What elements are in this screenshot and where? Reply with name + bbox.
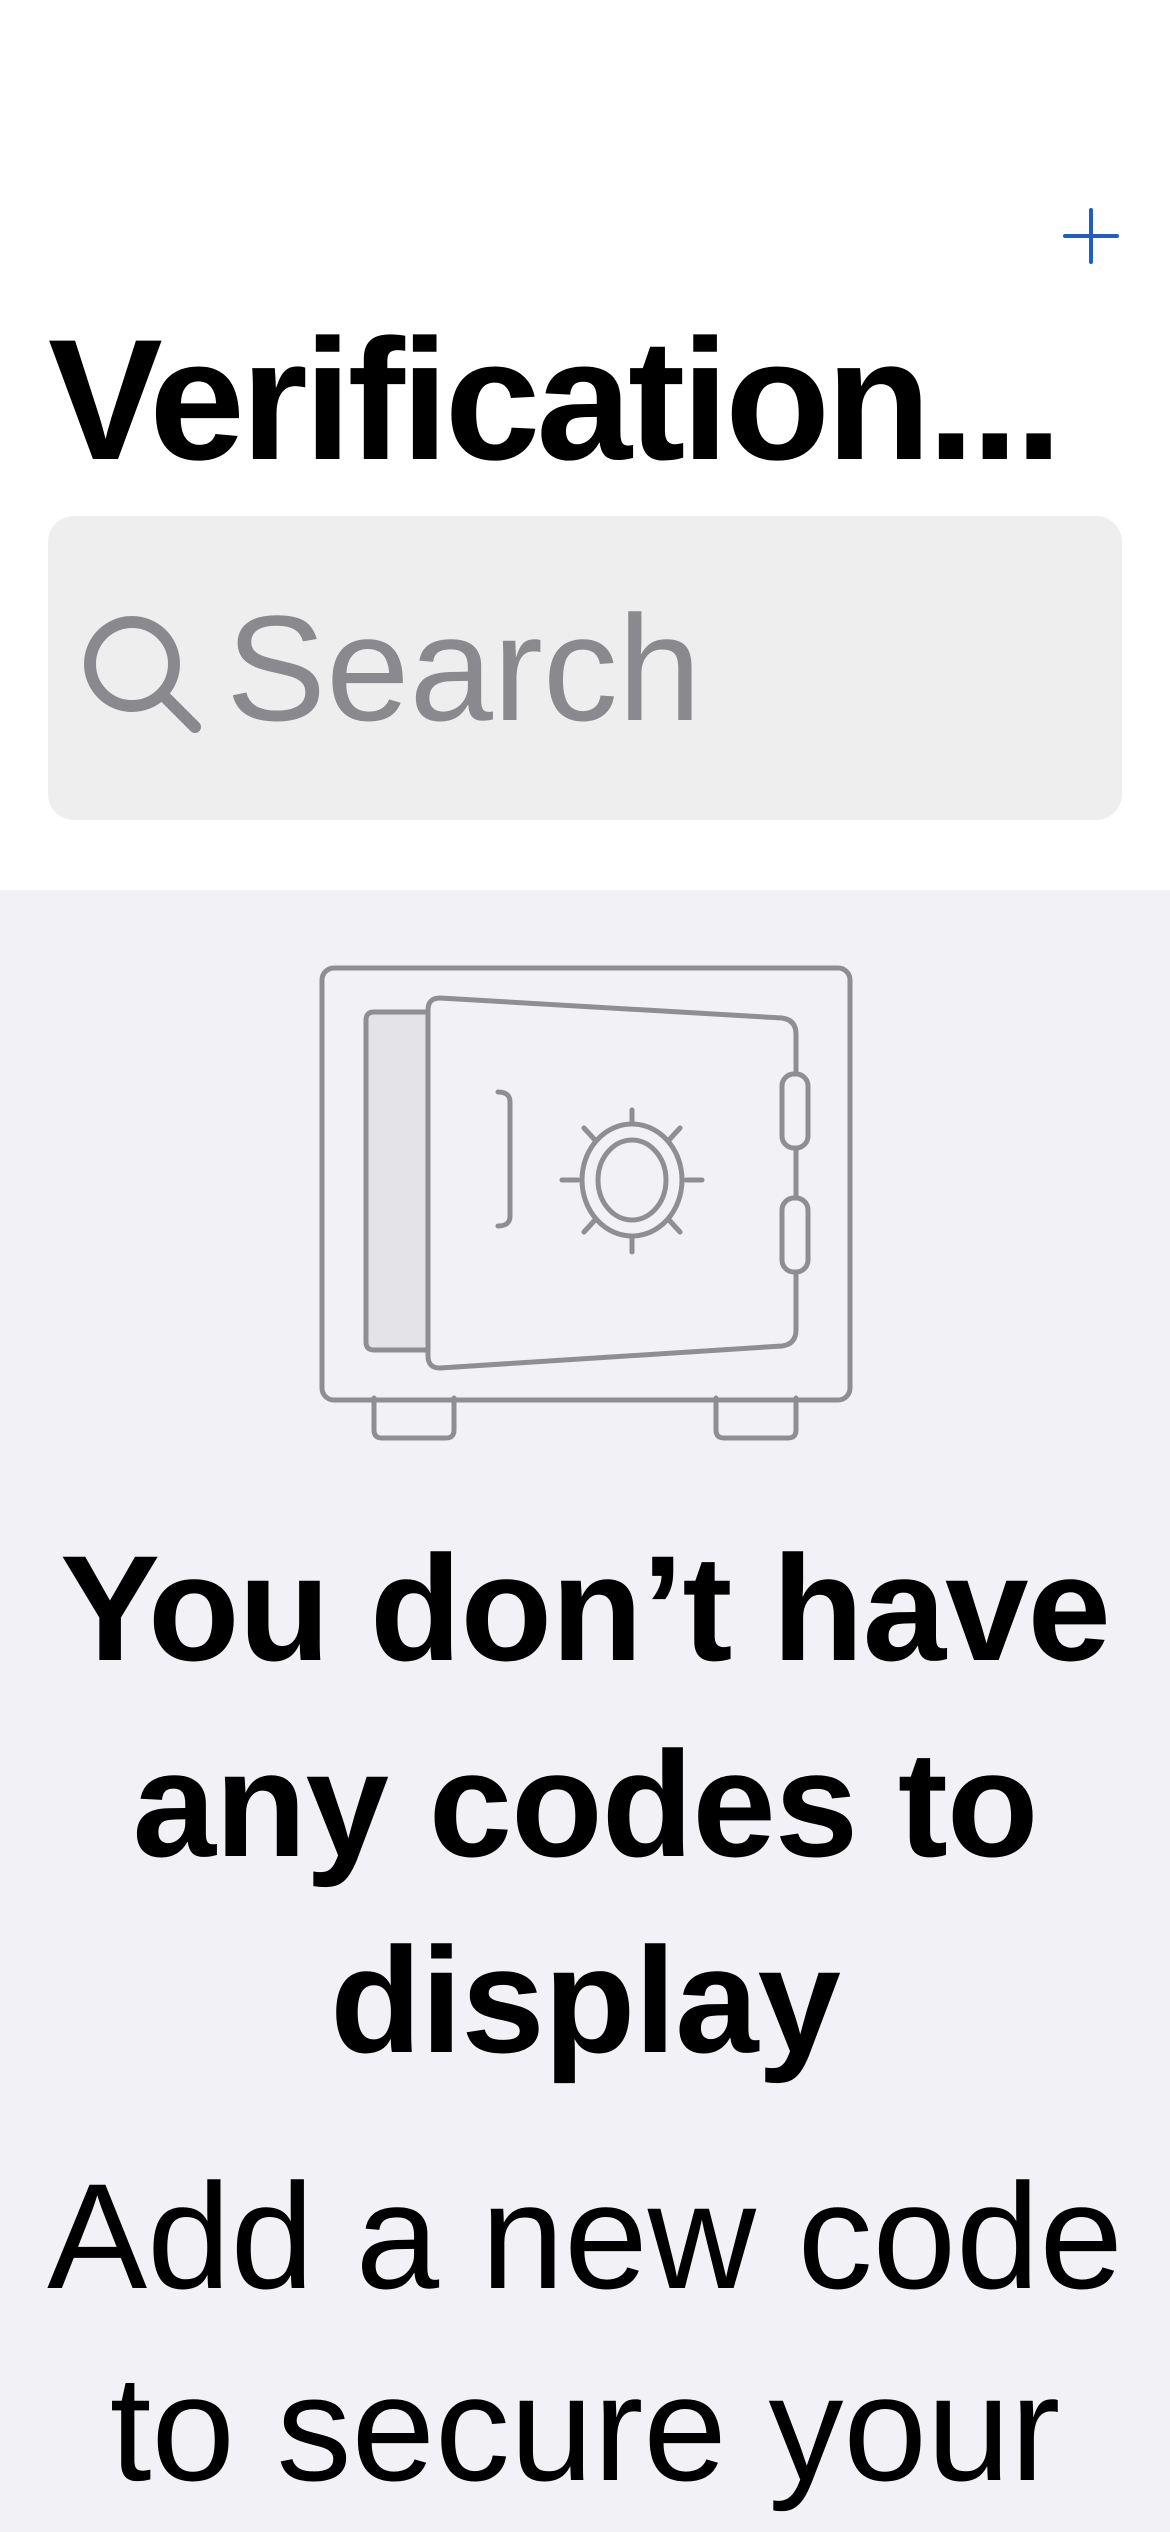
magnifying-glass-icon bbox=[84, 616, 201, 733]
empty-state-title: You don’t have any codes to display bbox=[60, 1524, 1111, 2084]
plus-icon bbox=[1063, 208, 1119, 264]
empty-state-subtitle: Add a new code to secure your bbox=[47, 2152, 1123, 2512]
header-area: Verification... bbox=[0, 0, 1170, 890]
add-code-button[interactable] bbox=[1050, 195, 1132, 277]
search-input[interactable] bbox=[226, 568, 1086, 768]
page-title: Verification... bbox=[48, 304, 1063, 496]
search-bar[interactable] bbox=[48, 516, 1122, 820]
app-screen: Verification... Search You don’t have an… bbox=[0, 0, 1170, 2532]
safe-icon bbox=[319, 965, 853, 1441]
